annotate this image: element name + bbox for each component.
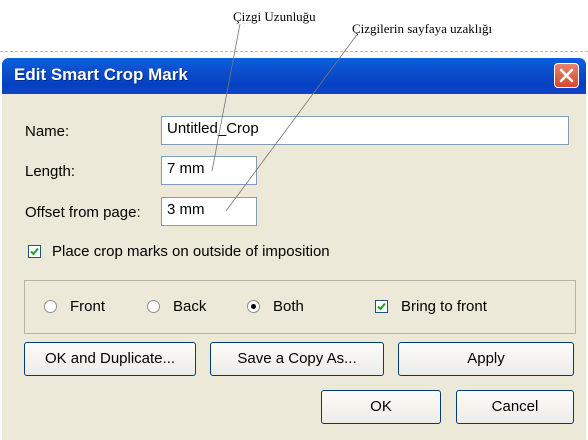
dialog-title: Edit Smart Crop Mark	[14, 65, 188, 84]
close-icon	[559, 68, 574, 83]
bring-to-front-checkbox[interactable]	[375, 300, 388, 313]
annotation-length: Çizgi Uzunluğu	[233, 9, 316, 24]
cancel-button[interactable]: Cancel	[456, 390, 574, 424]
front-radio[interactable]	[44, 300, 57, 313]
annotation-offset: Çizgilerin sayfaya uzaklığı	[352, 21, 493, 36]
name-label: Name:	[25, 123, 70, 140]
save-copy-as-button[interactable]: Save a Copy As...	[210, 342, 384, 376]
ok-button[interactable]: OK	[321, 390, 441, 424]
back-label: Back	[173, 298, 207, 315]
ok-and-duplicate-button[interactable]: OK and Duplicate...	[24, 342, 196, 376]
checkmark-icon	[30, 247, 39, 256]
both-label: Both	[273, 298, 304, 315]
bring-to-front-label: Bring to front	[401, 298, 487, 315]
edit-smart-crop-mark-dialog: Edit Smart Crop Mark Name: Untitled_Crop…	[2, 58, 586, 440]
length-field[interactable]: 7 mm	[161, 156, 257, 185]
back-radio[interactable]	[147, 300, 160, 313]
apply-button[interactable]: Apply	[398, 342, 574, 376]
options-group: Front Back Both Bring to front	[24, 280, 576, 334]
both-radio[interactable]	[247, 300, 260, 313]
close-button[interactable]	[554, 63, 579, 88]
length-label: Length:	[25, 163, 76, 180]
offset-label: Offset from page:	[25, 204, 141, 221]
front-label: Front	[70, 298, 106, 315]
outside-checkbox[interactable]	[28, 245, 41, 258]
outside-label: Place crop marks on outside of impositio…	[52, 243, 330, 260]
title-bar: Edit Smart Crop Mark	[2, 58, 586, 94]
name-field[interactable]: Untitled_Crop	[161, 116, 569, 145]
offset-field[interactable]: 3 mm	[161, 197, 257, 226]
checkmark-icon	[377, 302, 386, 311]
dotted-guide-line	[0, 51, 588, 52]
